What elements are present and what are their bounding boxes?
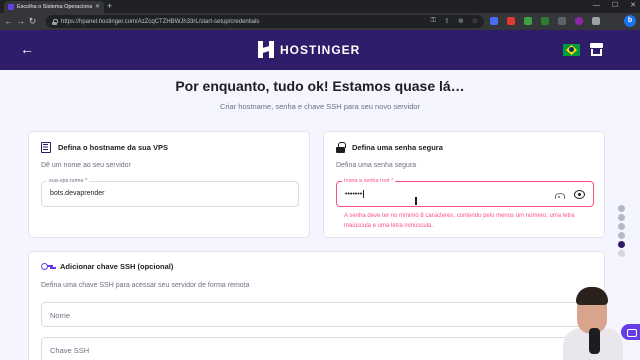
browser-back-icon[interactable]: ←: [3, 16, 14, 27]
browser-tab[interactable]: Escolha o Sistema Operacional ✕: [4, 1, 104, 13]
hostname-input[interactable]: sua-vps.nome * bots.devaprender: [41, 178, 299, 207]
app-header: ← HOSTINGER: [0, 30, 640, 70]
extension-icon[interactable]: [558, 17, 566, 25]
close-tab-icon[interactable]: ✕: [95, 4, 100, 10]
store-icon[interactable]: [590, 43, 603, 56]
hostname-input-value: bots.devaprender: [50, 190, 105, 197]
window-controls: — ☐ ✕: [593, 0, 636, 12]
ssh-key-icon: [41, 262, 53, 271]
minimize-icon[interactable]: —: [593, 0, 600, 12]
text-cursor-icon: [415, 197, 417, 205]
progress-step-4: [618, 232, 625, 239]
menu-icon[interactable]: [592, 17, 600, 25]
ssh-key-input[interactable]: Chave SSH: [41, 337, 594, 360]
root-password-value: •••••••: [345, 190, 364, 198]
extension-icon[interactable]: [490, 17, 498, 25]
key-icon[interactable]: ⚿: [431, 17, 436, 25]
generate-password-icon[interactable]: [554, 190, 565, 200]
progress-step-5: [618, 241, 625, 248]
extension-icon[interactable]: [524, 17, 532, 25]
ssh-name-input[interactable]: Nome: [41, 302, 594, 327]
new-tab-button[interactable]: +: [107, 1, 112, 12]
reload-icon[interactable]: ↻: [27, 16, 38, 27]
page-subtitle: Criar hostname, senha e chave SSH para s…: [219, 102, 421, 111]
ssh-key-placeholder: Chave SSH: [50, 346, 90, 355]
root-password-input[interactable]: Insira a senha root * •••••••: [336, 178, 594, 207]
ssh-name-placeholder: Nome: [50, 311, 71, 320]
back-arrow-icon[interactable]: ←: [20, 41, 34, 57]
tab-title: Escolha o Sistema Operacional: [17, 4, 92, 10]
hostname-card-header: Defina o hostname da sua VPS: [41, 142, 168, 153]
show-password-eye-icon[interactable]: [574, 190, 585, 199]
url-text: https://hpanel.hostinger.com/AzZcqCTZHBW…: [61, 18, 260, 25]
hostinger-favicon-icon: [8, 4, 14, 10]
bookmark-star-icon[interactable]: ☆: [472, 17, 478, 25]
password-card-description: Defina uma senha segura: [336, 162, 417, 169]
password-card-header: Defina uma senha segura: [336, 142, 443, 153]
ssh-key-card: Adicionar chave SSH (opcional) Defina um…: [28, 251, 605, 360]
setup-progress-steps: [618, 205, 625, 257]
zoom-icon[interactable]: ⊕: [458, 17, 464, 25]
browser-tab-bar: Escolha o Sistema Operacional ✕ + — ☐ ✕: [0, 0, 640, 13]
ssh-card-header: Adicionar chave SSH (opcional): [41, 262, 173, 271]
extensions-area: [490, 17, 600, 25]
extension-icon[interactable]: [541, 17, 549, 25]
building-icon: [41, 142, 51, 153]
extension-icon[interactable]: [507, 17, 515, 25]
hostname-card-description: Dê um nome ao seu servidor: [41, 162, 131, 169]
ssh-card-description: Defina uma chave SSH para acessar seu se…: [41, 282, 250, 289]
hostinger-logo-icon: [258, 41, 274, 58]
profile-avatar[interactable]: b: [624, 15, 636, 27]
microphone-icon: [589, 328, 600, 354]
extension-icon[interactable]: [575, 17, 583, 25]
root-password-label: Insira a senha root *: [342, 178, 396, 184]
brazil-flag-icon[interactable]: [563, 44, 580, 56]
page-title: Por enquanto, tudo ok! Estamos quase lá…: [175, 78, 465, 94]
ssh-card-title: Adicionar chave SSH (opcional): [60, 262, 174, 271]
brand-name: HOSTINGER: [280, 42, 361, 57]
webcam-overlay: [563, 280, 640, 360]
progress-step-3: [618, 223, 625, 230]
password-error-message: A senha deve ter no mínimo 8 caracteres,…: [344, 213, 575, 229]
hostname-input-label: sua-vps.nome *: [47, 178, 90, 184]
progress-step-2: [618, 214, 625, 221]
progress-step-1: [618, 205, 625, 212]
padlock-icon: [336, 142, 346, 153]
secure-lock-icon: [52, 18, 58, 25]
browser-forward-icon[interactable]: →: [15, 16, 26, 27]
maximize-icon[interactable]: ☐: [612, 0, 618, 12]
presenter-hair: [576, 287, 608, 305]
address-bar-actions: ⚿ ⇪ ⊕ ☆: [431, 17, 478, 25]
share-icon[interactable]: ⇪: [444, 17, 450, 25]
address-bar[interactable]: https://hpanel.hostinger.com/AzZcqCTZHBW…: [46, 15, 484, 28]
hostinger-logo[interactable]: HOSTINGER: [258, 41, 360, 58]
progress-step-6: [618, 250, 625, 257]
chat-widget-icon[interactable]: [621, 324, 640, 340]
close-window-icon[interactable]: ✕: [630, 0, 636, 12]
text-caret: [363, 190, 364, 198]
hostname-card: Defina o hostname da sua VPS Dê um nome …: [28, 131, 310, 238]
hostname-card-title: Defina o hostname da sua VPS: [58, 143, 169, 152]
password-card-title: Defina uma senha segura: [352, 143, 443, 152]
browser-toolbar: ← → ↻ https://hpanel.hostinger.com/AzZcq…: [0, 13, 640, 30]
password-card: Defina uma senha segura Defina uma senha…: [323, 131, 605, 238]
